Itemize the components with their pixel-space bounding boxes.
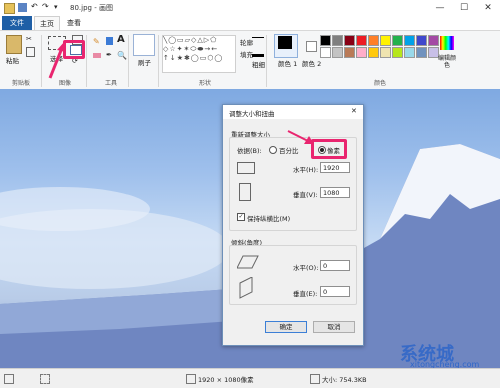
- separator: [128, 35, 129, 87]
- annotation-arrow-2: [287, 130, 314, 144]
- dialog-close-icon[interactable]: ✕: [351, 107, 357, 115]
- by-label: 依据(B):: [237, 147, 262, 155]
- skew-horizontal-input[interactable]: 0: [320, 260, 350, 271]
- skew-vertical-icon: [239, 277, 253, 299]
- horizontal-label: 水平(H):: [293, 166, 319, 174]
- copy-icon[interactable]: [26, 47, 35, 57]
- skew-horizontal-icon: [237, 255, 259, 269]
- vertical-resize-icon: [239, 183, 251, 201]
- brushes-button[interactable]: 刷子: [138, 57, 151, 67]
- status-bar: 1920 × 1080像素 大小: 754.3KB: [0, 368, 500, 388]
- maximize-button[interactable]: ☐: [452, 0, 476, 16]
- edit-colors-button[interactable]: 编辑颜色: [438, 55, 456, 69]
- skew-vertical-label: 垂直(E):: [293, 290, 318, 298]
- file-size: 大小: 754.3KB: [322, 376, 367, 384]
- horizontal-input[interactable]: 1920: [320, 162, 350, 173]
- clipboard-group-label: 剪贴板: [11, 80, 30, 87]
- eraser-icon[interactable]: [93, 53, 101, 58]
- dialog-title: 调整大小和扭曲: [229, 110, 275, 118]
- paste-icon[interactable]: [6, 35, 22, 54]
- shapes-gallery[interactable]: ╲◯▭▱◇△▷⬠ ◇☆✦✶⬭⬬→← ↑↓★✱◯▭⬡◯: [162, 35, 236, 73]
- palette-swatch[interactable]: [356, 47, 367, 58]
- pencil-icon[interactable]: ✎: [93, 37, 100, 46]
- palette-swatch[interactable]: [404, 47, 415, 58]
- separator: [86, 35, 87, 87]
- color-palette: [320, 35, 440, 61]
- ok-button[interactable]: 确定: [265, 321, 307, 333]
- tab-file[interactable]: 文件: [2, 16, 32, 30]
- palette-swatch[interactable]: [368, 47, 379, 58]
- size-button[interactable]: 粗细: [252, 59, 265, 69]
- edit-colors-icon[interactable]: [440, 36, 454, 50]
- cut-icon[interactable]: ✂: [26, 35, 32, 43]
- palette-swatch[interactable]: [404, 35, 415, 46]
- horizontal-resize-icon: [237, 162, 255, 174]
- skew-vertical-input[interactable]: 0: [320, 286, 350, 297]
- separator: [158, 35, 159, 87]
- text-tool-icon[interactable]: A: [117, 34, 125, 45]
- palette-swatch[interactable]: [380, 47, 391, 58]
- palette-swatch[interactable]: [428, 35, 439, 46]
- close-button[interactable]: ✕: [476, 0, 500, 16]
- annotation-arrow: [48, 41, 66, 79]
- palette-swatch[interactable]: [392, 47, 403, 58]
- brushes-icon[interactable]: [133, 34, 155, 56]
- customize-quick-access-icon[interactable]: ▾: [54, 3, 63, 12]
- color-picker-icon[interactable]: ✒: [106, 51, 112, 59]
- palette-swatch[interactable]: [356, 35, 367, 46]
- dialog-title-bar: 调整大小和扭曲 ✕: [223, 105, 363, 119]
- palette-swatch[interactable]: [320, 47, 331, 58]
- vertical-input[interactable]: 1080: [320, 187, 350, 198]
- paste-button[interactable]: 粘贴: [6, 55, 19, 65]
- palette-swatch[interactable]: [380, 35, 391, 46]
- magnifier-icon[interactable]: 🔍: [117, 51, 127, 60]
- keep-ratio-label: 保持纵横比(M): [247, 215, 291, 223]
- color2-swatch[interactable]: [306, 41, 317, 52]
- selection-size-icon: [40, 374, 50, 384]
- save-icon[interactable]: [18, 3, 27, 12]
- tab-view[interactable]: 查看: [62, 16, 86, 30]
- tab-home[interactable]: 主页: [34, 16, 60, 31]
- redo-icon[interactable]: ↷: [42, 3, 51, 12]
- ribbon-tabs: 文件 主页 查看: [0, 16, 500, 31]
- palette-swatch[interactable]: [416, 47, 427, 58]
- file-size-icon: [310, 374, 320, 384]
- separator: [41, 35, 42, 87]
- palette-swatch[interactable]: [332, 47, 343, 58]
- ribbon: 粘贴 ✂ 剪贴板 选择 ⟳ 图像 ✎ A ✒ 🔍 工具 刷子 ╲◯▭▱◇△▷⬠◇…: [0, 30, 500, 90]
- color2-label: 颜色 2: [302, 60, 322, 68]
- pixels-highlight: [311, 139, 347, 159]
- image-dimensions: 1920 × 1080像素: [198, 376, 254, 384]
- title-bar: ↶ ↷ ▾ 80.jpg - 画图 — ☐ ✕: [0, 0, 500, 17]
- palette-swatch[interactable]: [332, 35, 343, 46]
- palette-swatch[interactable]: [344, 47, 355, 58]
- color1-swatch: [278, 36, 292, 49]
- palette-swatch[interactable]: [368, 35, 379, 46]
- vertical-label: 垂直(V):: [293, 191, 318, 199]
- shapes-group-label: 形状: [198, 80, 211, 87]
- size-icon[interactable]: [252, 37, 264, 57]
- palette-swatch[interactable]: [416, 35, 427, 46]
- cursor-position-icon: [4, 374, 14, 384]
- paint-app-icon: [4, 3, 15, 14]
- palette-swatch[interactable]: [392, 35, 403, 46]
- color1-label: 颜色 1: [278, 60, 298, 68]
- image-size-icon: [186, 374, 196, 384]
- window-title: 80.jpg - 画图: [70, 4, 113, 12]
- palette-swatch[interactable]: [344, 35, 355, 46]
- keep-ratio-checkbox[interactable]: ✓: [237, 213, 245, 221]
- skew-horizontal-label: 水平(O):: [293, 264, 319, 272]
- percent-radio[interactable]: [269, 146, 277, 154]
- tools-group-label: 工具: [104, 80, 117, 87]
- separator: [266, 35, 267, 87]
- palette-swatch[interactable]: [320, 35, 331, 46]
- colors-group-label: 颜色: [373, 80, 386, 87]
- cancel-button[interactable]: 取消: [313, 321, 355, 333]
- minimize-button[interactable]: —: [428, 0, 452, 16]
- undo-icon[interactable]: ↶: [31, 3, 40, 12]
- fill-bucket-icon[interactable]: [106, 37, 113, 45]
